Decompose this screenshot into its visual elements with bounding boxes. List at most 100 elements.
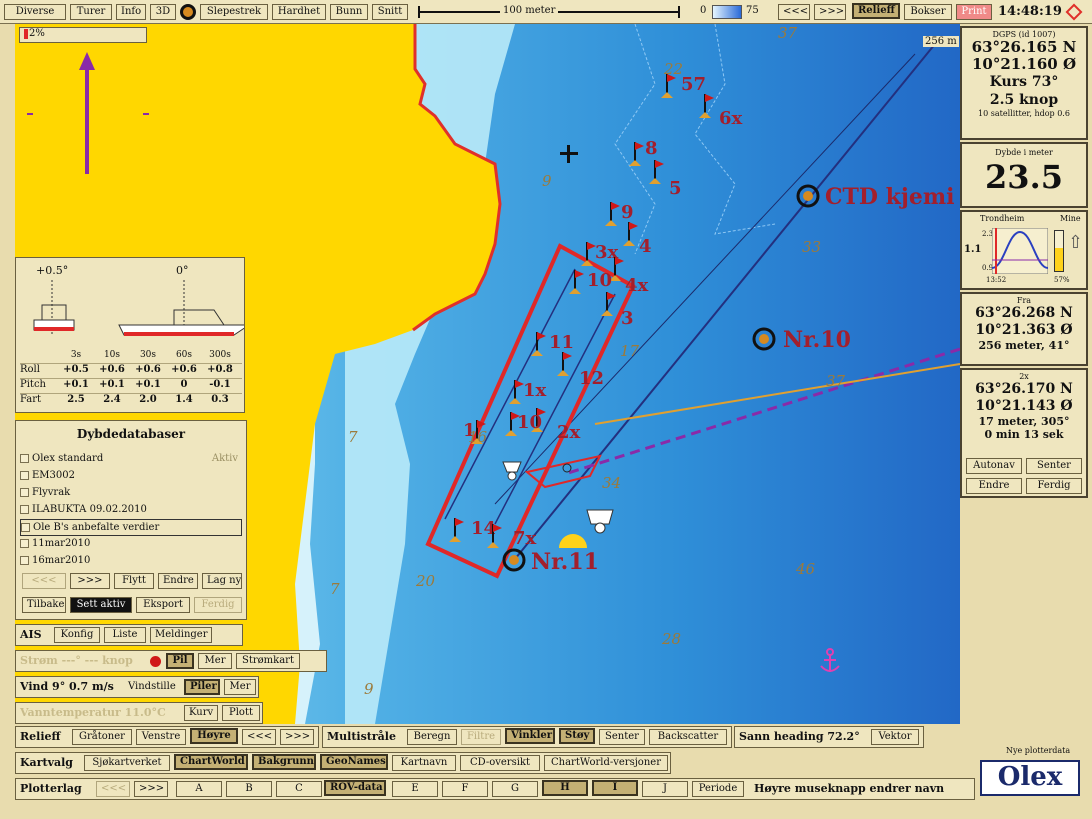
db-item[interactable]: 11mar2010 <box>20 536 242 553</box>
menu-bunn-button[interactable]: Bunn <box>330 4 368 20</box>
db-item[interactable]: 16mar2010 <box>20 553 242 570</box>
multibeam-compute-button[interactable]: Beregn <box>407 729 457 745</box>
current-more-button[interactable]: Mer <box>198 653 232 669</box>
mark-center-button[interactable]: Senter <box>1026 458 1082 474</box>
db-item[interactable]: EM3002 <box>20 468 242 485</box>
heading-vector-button[interactable]: Vektor <box>871 729 919 745</box>
tide-mine-label: Mine <box>1060 214 1081 223</box>
layer-g-button[interactable]: G <box>492 781 538 797</box>
chart-geonames-toggle[interactable]: GeoNames <box>320 754 388 770</box>
chart-cd-overview-button[interactable]: CD-oversikt <box>460 755 540 771</box>
relief-right-toggle[interactable]: Høyre <box>190 728 238 744</box>
layer-next-button[interactable]: >>> <box>134 781 168 797</box>
db-item-checkbox[interactable] <box>20 488 29 497</box>
relief-label: Relieff <box>20 730 61 743</box>
layer-rov-data-toggle[interactable]: ROV-data <box>324 780 386 796</box>
autonav-button[interactable]: Autonav <box>966 458 1022 474</box>
db-back-button[interactable]: Tilbake <box>22 597 66 613</box>
menu-hardhet-button[interactable]: Hardhet <box>272 4 326 20</box>
zoom-indicator-bar <box>24 28 28 39</box>
db-item-checkbox[interactable] <box>21 523 30 532</box>
menu-slepestrek-button[interactable]: Slepestrek <box>200 4 268 20</box>
current-map-button[interactable]: Strømkart <box>236 653 300 669</box>
db-export-button[interactable]: Eksport <box>136 597 190 613</box>
db-edit-button[interactable]: Endre <box>158 573 198 589</box>
ais-messages-button[interactable]: Meldinger <box>150 627 212 643</box>
db-item-checkbox[interactable] <box>20 505 29 514</box>
db-item[interactable]: Flyvrak <box>20 485 242 502</box>
layer-a-button[interactable]: A <box>176 781 222 797</box>
menu-diverse-button[interactable]: Diverse <box>4 4 66 20</box>
olex-logo[interactable]: Olex <box>980 760 1080 796</box>
db-done-button[interactable]: Ferdig <box>194 597 242 613</box>
attitude-value: +0.1 <box>135 379 161 390</box>
db-new-button[interactable]: Lag ny <box>202 573 242 589</box>
layer-f-button[interactable]: F <box>442 781 488 797</box>
attitude-row-label: Pitch <box>20 379 46 390</box>
temp-curve-button[interactable]: Kurv <box>184 705 218 721</box>
menu-turer-button[interactable]: Turer <box>70 4 112 20</box>
relief-next-button[interactable]: >>> <box>280 729 314 745</box>
flag-marker[interactable]: 3x <box>581 242 619 266</box>
flag-marker[interactable]: 10 <box>569 270 612 294</box>
menu-3d-button[interactable]: 3D <box>150 4 176 20</box>
layer-i-toggle[interactable]: I <box>592 780 638 796</box>
layer-period-button[interactable]: Periode <box>692 781 744 797</box>
chart-names-button[interactable]: Kartnavn <box>392 755 456 771</box>
temp-plot-button[interactable]: Plott <box>222 705 260 721</box>
multibeam-backscatter-button[interactable]: Backscatter <box>649 729 727 745</box>
zoom-indicator[interactable]: 2% <box>19 27 147 43</box>
db-item[interactable]: Ole B's anbefalte verdier <box>20 519 242 536</box>
layer-c-button[interactable]: C <box>276 781 322 797</box>
chart-background-toggle[interactable]: Bakgrunn <box>252 754 316 770</box>
db-item-checkbox[interactable] <box>20 454 29 463</box>
db-item[interactable]: ILABUKTA 09.02.2010 <box>20 502 242 519</box>
attitude-value: +0.6 <box>135 364 161 375</box>
ais-list-button[interactable]: Liste <box>104 627 146 643</box>
relieff-toggle[interactable]: Relieff <box>852 3 900 19</box>
relief-prev-button[interactable]: <<< <box>242 729 276 745</box>
db-item-checkbox[interactable] <box>20 471 29 480</box>
depth-label: 9 <box>364 680 374 698</box>
wind-bar: Vind 9° 0.7 m/s Vindstille Piler Mer <box>15 676 259 698</box>
multibeam-filter-button[interactable]: Filtre <box>461 729 501 745</box>
multibeam-center-button[interactable]: Senter <box>599 729 645 745</box>
db-activate-button[interactable]: Sett aktiv <box>70 597 132 613</box>
flag-marker[interactable]: 10 <box>505 412 542 436</box>
nav-next-button[interactable]: >>> <box>814 4 846 20</box>
depth-color-scale[interactable] <box>712 5 742 19</box>
menu-snitt-button[interactable]: Snitt <box>372 4 408 20</box>
bokser-button[interactable]: Bokser <box>904 4 952 20</box>
chart-sjokartverket-button[interactable]: Sjøkartverket <box>84 755 170 771</box>
layer-e-button[interactable]: E <box>392 781 438 797</box>
chart-chartworld-toggle[interactable]: ChartWorld <box>174 754 248 770</box>
db-item-checkbox[interactable] <box>20 556 29 565</box>
layer-h-toggle[interactable]: H <box>542 780 588 796</box>
current-arrow-toggle[interactable]: Pil <box>166 653 194 669</box>
layer-j-button[interactable]: J <box>642 781 688 797</box>
layer-b-button[interactable]: B <box>226 781 272 797</box>
flag-marker[interactable]: 11 <box>531 332 574 356</box>
multibeam-noise-toggle[interactable]: Støy <box>559 728 595 744</box>
db-item[interactable]: Olex standard Aktiv <box>20 451 242 468</box>
flag-marker[interactable]: 1x <box>509 380 547 404</box>
db-prev-button[interactable]: <<< <box>22 573 66 589</box>
wind-more-button[interactable]: Mer <box>224 679 256 695</box>
db-item-checkbox[interactable] <box>20 539 29 548</box>
db-move-button[interactable]: Flytt <box>114 573 154 589</box>
db-next-button[interactable]: >>> <box>70 573 110 589</box>
menu-info-button[interactable]: Info <box>116 4 146 20</box>
relief-grayscale-button[interactable]: Gråtoner <box>72 729 132 745</box>
multibeam-angles-toggle[interactable]: Vinkler <box>505 728 555 744</box>
layer-prev-button[interactable]: <<< <box>96 781 130 797</box>
relief-left-button[interactable]: Venstre <box>136 729 186 745</box>
mark-edit-button[interactable]: Endre <box>966 478 1022 494</box>
chart-chartworld-versions-button[interactable]: ChartWorld-versjoner <box>544 755 668 771</box>
ais-config-button[interactable]: Konfig <box>54 627 100 643</box>
depth-label: 7 <box>330 580 340 598</box>
nav-prev-button[interactable]: <<< <box>778 4 810 20</box>
wind-arrows-toggle[interactable]: Piler <box>184 679 220 695</box>
print-button[interactable]: Print <box>956 4 992 20</box>
mark-done-button[interactable]: Ferdig <box>1026 478 1082 494</box>
alarm-diamond-icon[interactable] <box>1065 3 1083 21</box>
